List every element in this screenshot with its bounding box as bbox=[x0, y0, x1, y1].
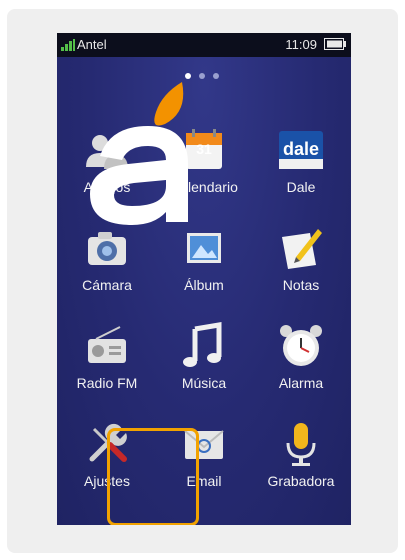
page-dot bbox=[213, 73, 219, 79]
app-alarma[interactable]: Alarma bbox=[253, 317, 349, 413]
app-label: Cámara bbox=[82, 277, 132, 293]
battery-icon bbox=[324, 38, 346, 50]
app-label: Alarma bbox=[278, 375, 324, 391]
carrier-name: Antel bbox=[77, 37, 107, 52]
alarm-icon bbox=[280, 325, 322, 366]
app-label: Música bbox=[181, 375, 227, 391]
app-label: Grabadora bbox=[267, 473, 335, 489]
antel-logo bbox=[90, 82, 188, 225]
status-time: 11:09 bbox=[285, 37, 317, 52]
notes-icon bbox=[282, 229, 322, 269]
app-label: Radio FM bbox=[76, 375, 138, 391]
app-notas[interactable]: Notas bbox=[253, 219, 349, 315]
app-camara[interactable]: Cámara bbox=[59, 219, 155, 315]
app-label: Dale bbox=[286, 179, 316, 195]
page-dot bbox=[185, 73, 191, 79]
app-dale[interactable]: dale Dale bbox=[253, 121, 349, 217]
status-bar: Antel 11:09 bbox=[57, 33, 351, 57]
app-radio-fm[interactable]: Radio FM bbox=[59, 317, 155, 413]
app-label: Álbum bbox=[184, 277, 224, 293]
app-album[interactable]: Álbum bbox=[156, 219, 252, 315]
app-label: Notas bbox=[282, 277, 320, 293]
radio-icon bbox=[88, 326, 126, 363]
page-indicator bbox=[181, 73, 227, 81]
signal-strength-icon bbox=[61, 39, 75, 51]
music-icon bbox=[183, 322, 222, 367]
app-grabadora[interactable]: Grabadora bbox=[253, 415, 349, 511]
app-musica[interactable]: Música bbox=[156, 317, 252, 413]
recorder-icon bbox=[286, 423, 316, 466]
ajustes-highlight-box bbox=[107, 428, 199, 525]
page-dot bbox=[199, 73, 205, 79]
dale-badge: dale bbox=[282, 139, 320, 159]
